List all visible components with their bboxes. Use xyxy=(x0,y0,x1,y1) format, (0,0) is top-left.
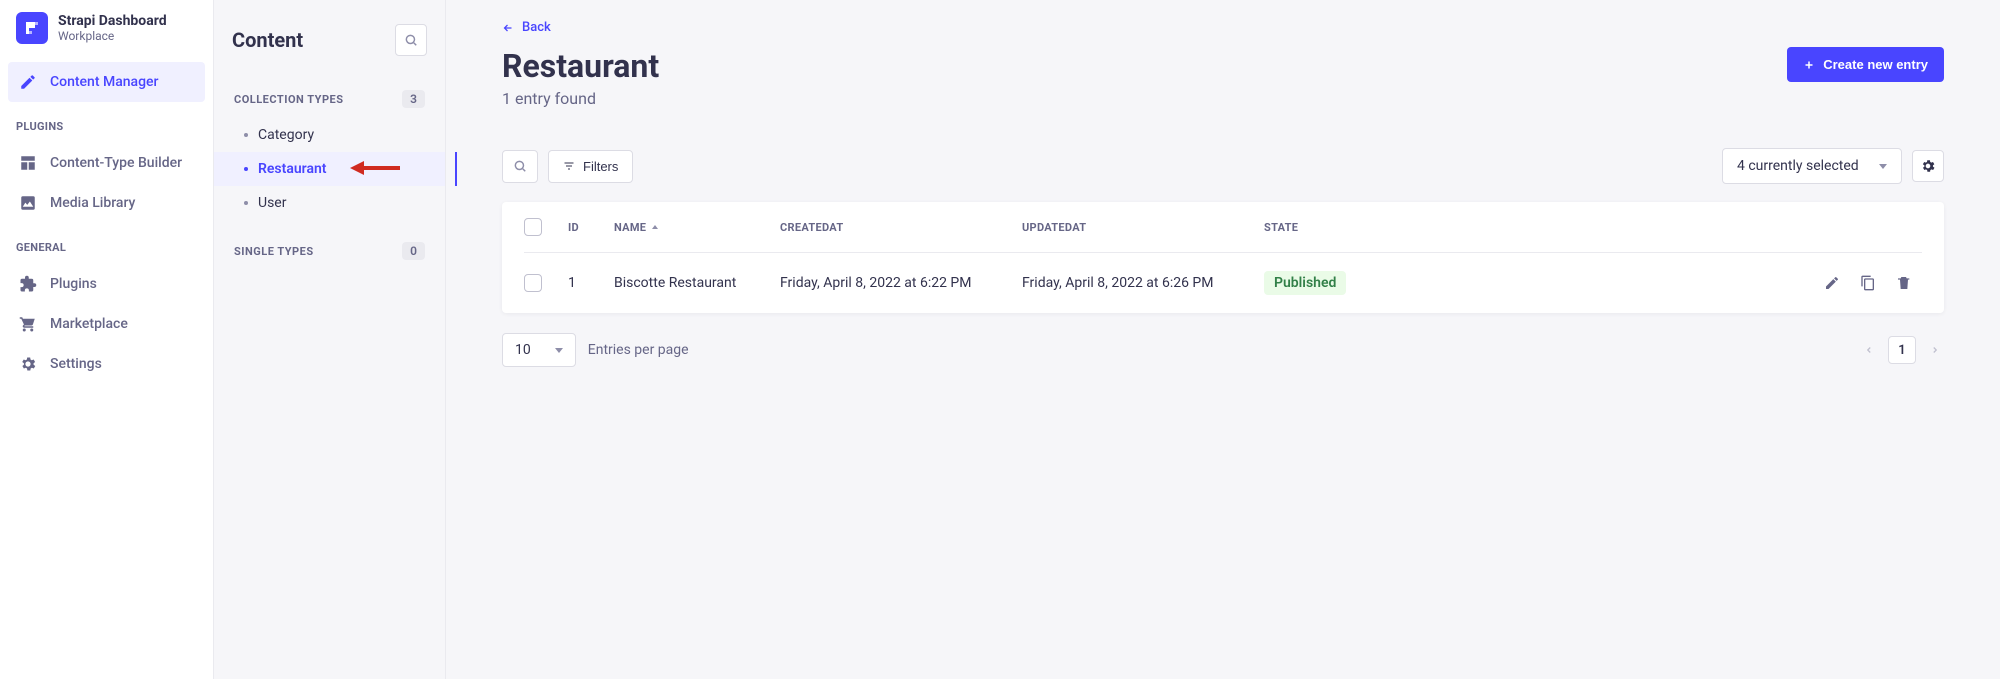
subnav-search-button[interactable] xyxy=(395,24,427,56)
nav-content-manager[interactable]: Content Manager xyxy=(8,62,205,102)
current-page[interactable]: 1 xyxy=(1888,336,1916,364)
subnav-item-label: User xyxy=(258,195,286,211)
col-id[interactable]: ID xyxy=(568,221,614,234)
nav-heading-plugins: PLUGINS xyxy=(0,104,213,141)
filters-label: Filters xyxy=(583,159,618,174)
single-types-count: 0 xyxy=(402,242,425,260)
columns-select[interactable]: 4 currently selected xyxy=(1722,148,1902,184)
columns-select-label: 4 currently selected xyxy=(1737,158,1859,174)
plus-icon xyxy=(1803,59,1815,71)
arrow-left-icon xyxy=(502,22,514,34)
state-badge: Published xyxy=(1264,271,1346,295)
cell-name: Biscotte Restaurant xyxy=(614,275,780,291)
search-icon xyxy=(404,33,418,47)
bullet-icon xyxy=(244,133,248,137)
search-icon xyxy=(513,159,527,173)
next-page-button[interactable] xyxy=(1926,339,1944,361)
subnav-item-user[interactable]: User xyxy=(226,186,433,220)
page-title: Restaurant xyxy=(502,47,659,85)
brand[interactable]: Strapi Dashboard Workplace xyxy=(0,0,213,60)
create-entry-label: Create new entry xyxy=(1823,57,1928,72)
data-table: ID NAME CREATEDAT UPDATEDAT STATE 1 Bisc… xyxy=(502,202,1944,313)
nav-media-library[interactable]: Media Library xyxy=(8,183,205,223)
trash-icon[interactable] xyxy=(1896,275,1912,291)
prev-page-button[interactable] xyxy=(1860,339,1878,361)
table-row[interactable]: 1 Biscotte Restaurant Friday, April 8, 2… xyxy=(524,253,1922,313)
pencil-square-icon xyxy=(18,72,38,92)
strapi-logo-icon xyxy=(16,12,48,44)
nav-content-manager-label: Content Manager xyxy=(50,74,159,90)
settings-button[interactable] xyxy=(1912,150,1944,182)
entries-per-page-label: Entries per page xyxy=(588,342,689,358)
col-updatedat[interactable]: UPDATEDAT xyxy=(1022,221,1264,234)
brand-title: Strapi Dashboard xyxy=(58,13,167,29)
col-createdat[interactable]: CREATEDAT xyxy=(780,221,1022,234)
subnav-item-restaurant[interactable]: Restaurant xyxy=(214,152,445,186)
brand-subtitle: Workplace xyxy=(58,29,167,43)
chevron-right-icon xyxy=(1930,343,1940,357)
back-link[interactable]: Back xyxy=(502,20,551,35)
nav-media-label: Media Library xyxy=(50,195,135,211)
collection-types-label: COLLECTION TYPES xyxy=(234,93,344,106)
filter-icon xyxy=(563,160,575,172)
copy-icon[interactable] xyxy=(1860,275,1876,291)
nav-settings-label: Settings xyxy=(50,356,102,372)
collection-types-count: 3 xyxy=(402,90,425,108)
main-content: Back Restaurant 1 entry found Create new… xyxy=(446,0,2000,679)
pagination: 1 xyxy=(1860,336,1944,364)
nav-heading-general: GENERAL xyxy=(0,225,213,262)
sort-asc-icon xyxy=(652,225,658,229)
nav-marketplace[interactable]: Marketplace xyxy=(8,304,205,344)
nav-marketplace-label: Marketplace xyxy=(50,316,128,332)
page-size-value: 10 xyxy=(515,342,531,358)
nav-plugins-label: Plugins xyxy=(50,276,97,292)
nav-settings[interactable]: Settings xyxy=(8,344,205,384)
col-state[interactable]: STATE xyxy=(1264,221,1404,234)
back-link-label: Back xyxy=(522,20,551,35)
page-size-select[interactable]: 10 xyxy=(502,333,576,367)
nav-content-type-builder[interactable]: Content-Type Builder xyxy=(8,143,205,183)
cell-updatedat: Friday, April 8, 2022 at 6:26 PM xyxy=(1022,275,1264,291)
puzzle-icon xyxy=(18,274,38,294)
subnav-item-category[interactable]: Category xyxy=(226,118,433,152)
chevron-left-icon xyxy=(1864,343,1874,357)
gear-icon xyxy=(1920,158,1936,174)
layout-icon xyxy=(18,153,38,173)
nav-plugins[interactable]: Plugins xyxy=(8,264,205,304)
single-types-label: SINGLE TYPES xyxy=(234,245,314,258)
table-search-button[interactable] xyxy=(502,150,538,183)
content-subnav: Content COLLECTION TYPES 3 Category Rest… xyxy=(214,0,446,679)
subnav-item-label: Restaurant xyxy=(258,161,327,177)
col-name[interactable]: NAME xyxy=(614,221,780,234)
chevron-down-icon xyxy=(1879,164,1887,169)
select-all-checkbox[interactable] xyxy=(524,218,542,236)
gear-icon xyxy=(18,354,38,374)
subnav-title: Content xyxy=(232,28,303,52)
bullet-icon xyxy=(244,201,248,205)
table-header-row: ID NAME CREATEDAT UPDATEDAT STATE xyxy=(524,202,1922,253)
bullet-icon xyxy=(244,167,248,171)
subnav-item-label: Category xyxy=(258,127,314,143)
image-icon xyxy=(18,193,38,213)
edit-icon[interactable] xyxy=(1824,275,1840,291)
chevron-down-icon xyxy=(555,348,563,353)
create-entry-button[interactable]: Create new entry xyxy=(1787,47,1944,82)
row-checkbox[interactable] xyxy=(524,274,542,292)
nav-ctb-label: Content-Type Builder xyxy=(50,155,182,171)
cart-icon xyxy=(18,314,38,334)
page-subtitle: 1 entry found xyxy=(502,89,659,108)
cell-id: 1 xyxy=(568,275,614,291)
cell-createdat: Friday, April 8, 2022 at 6:22 PM xyxy=(780,275,1022,291)
main-nav: Strapi Dashboard Workplace Content Manag… xyxy=(0,0,214,679)
filters-button[interactable]: Filters xyxy=(548,150,633,183)
